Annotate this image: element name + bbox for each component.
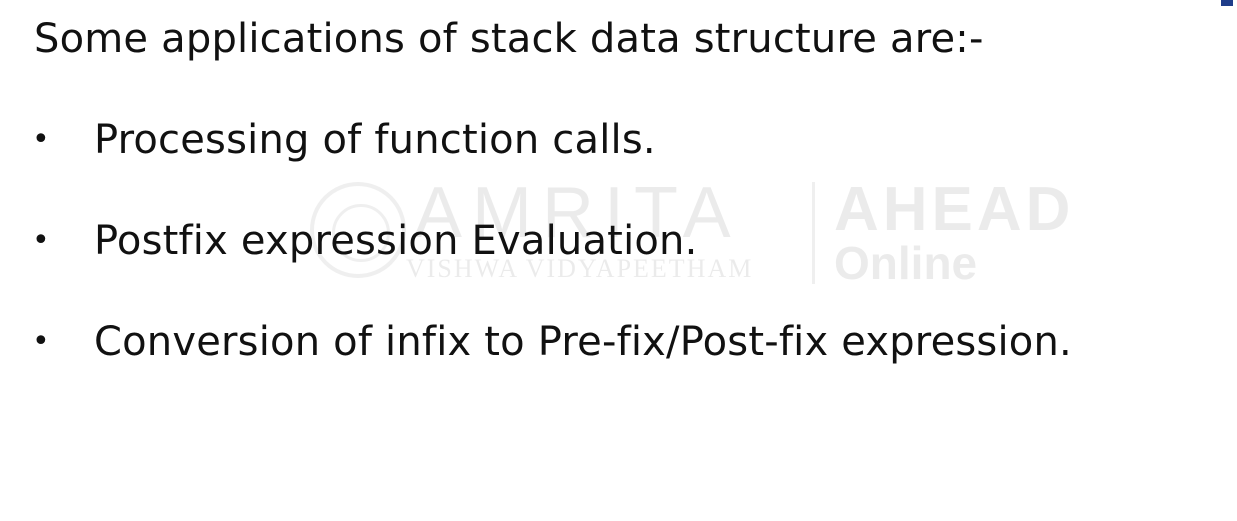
bullet-list: • Processing of function calls. • Postfi… — [32, 110, 1072, 413]
slide-title: Some applications of stack data structur… — [34, 16, 984, 62]
bullet-text: Processing of function calls. — [94, 117, 656, 163]
list-item: • Processing of function calls. — [32, 110, 1072, 170]
bullet-text: Conversion of infix to Pre-fix/Post-fix … — [94, 319, 1072, 365]
list-item: • Postfix expression Evaluation. — [32, 211, 1072, 271]
list-item: • Conversion of infix to Pre-fix/Post-fi… — [32, 312, 1072, 372]
bullet-icon: • — [32, 223, 50, 258]
bullet-icon: • — [32, 324, 50, 359]
slide: AMRITA VISHWA VIDYAPEETHAM AHEAD Online … — [0, 0, 1237, 521]
bullet-icon: • — [32, 122, 50, 157]
bullet-text: Postfix expression Evaluation. — [94, 218, 698, 264]
corner-marker — [1221, 0, 1233, 6]
